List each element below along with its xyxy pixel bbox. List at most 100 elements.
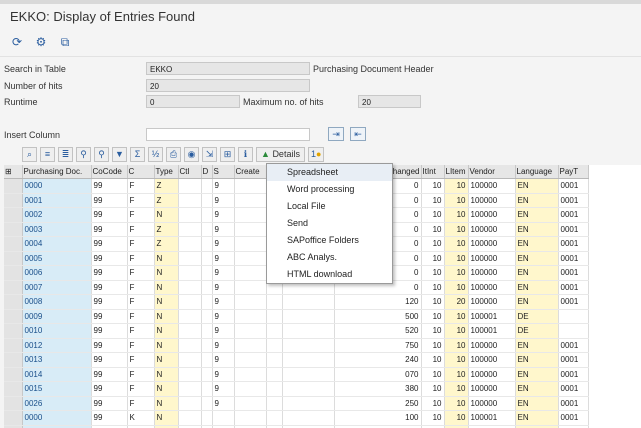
col-header[interactable]: Purchasing Doc. [22, 165, 92, 179]
row-selector[interactable] [4, 352, 23, 368]
sort-ascending-icon[interactable]: ≡ [40, 147, 55, 162]
col-header[interactable]: Type [154, 165, 179, 179]
row-selector[interactable] [4, 207, 23, 223]
table-row[interactable]: 0015 99 F N 9 380 10 10 100000 EN 0001 [4, 381, 589, 397]
table-cell: 0001 [558, 178, 589, 194]
table-row[interactable]: 0012 99 F N 9 750 10 10 100000 EN 0001 [4, 338, 589, 353]
row-selector[interactable] [4, 193, 23, 208]
col-header[interactable]: Language [515, 165, 559, 179]
table-cell [201, 309, 213, 324]
menu-item-html-download[interactable]: HTML download [267, 266, 392, 283]
table-cell: 10 [421, 309, 445, 324]
menu-item-send[interactable]: Send [267, 215, 392, 232]
col-header[interactable]: Create [234, 165, 267, 179]
views-icon[interactable]: ◉ [184, 147, 199, 162]
filter-settings-icon[interactable]: ⚙ [32, 33, 50, 51]
col-header[interactable]: Ctl [178, 165, 202, 179]
insert-column-label: Insert Column [4, 130, 61, 140]
col-header[interactable]: ItInt [421, 165, 445, 179]
table-cell: 0001 [558, 367, 589, 382]
col-header[interactable]: CoCode [91, 165, 128, 179]
filter-icon[interactable]: ▼ [112, 147, 127, 162]
sort-descending-icon[interactable]: ≣ [58, 147, 73, 162]
table-cell: F [127, 381, 155, 397]
subtotal-icon[interactable]: ½ [148, 147, 163, 162]
menu-item-spreadsheet[interactable]: Spreadsheet [267, 164, 392, 181]
table-cell: EN [515, 381, 559, 397]
table-cell [234, 294, 267, 310]
table-row[interactable]: 0013 99 F N 9 240 10 10 100000 EN 0001 [4, 352, 589, 368]
table-cell [234, 352, 267, 368]
row-selector[interactable] [4, 396, 23, 411]
menu-item-sapoffice-folders[interactable]: SAPoffice Folders [267, 232, 392, 249]
row-selector[interactable] [4, 222, 23, 237]
row-selector[interactable] [4, 265, 23, 281]
zoom-icon[interactable]: ⌕ [22, 147, 37, 162]
row-selector[interactable] [4, 309, 23, 324]
table-cell [201, 352, 213, 368]
table-cell [282, 323, 335, 339]
menu-item-word-processing[interactable]: Word processing [267, 181, 392, 198]
table-cell: 10 [444, 222, 469, 237]
row-selector[interactable] [4, 323, 23, 339]
menu-item-abc-analysis[interactable]: ABC Analys. [267, 249, 392, 266]
table-cell: 0001 [558, 193, 589, 208]
row-selector[interactable] [4, 294, 23, 310]
row-selector[interactable] [4, 280, 23, 295]
sum-icon[interactable]: Σ [130, 147, 145, 162]
table-cell: 99 [91, 410, 128, 426]
table-row[interactable]: 0009 99 F N 9 500 10 10 100001 DE [4, 309, 589, 324]
table-cell [178, 178, 202, 194]
table-row[interactable]: 0010 99 F N 9 520 10 10 100001 DE [4, 323, 589, 339]
row-selector[interactable] [4, 381, 23, 397]
table-cell: 10 [444, 193, 469, 208]
row-selector[interactable] [4, 236, 23, 252]
info-icon[interactable]: ℹ [238, 147, 253, 162]
col-header[interactable]: Vendor [468, 165, 516, 179]
col-header[interactable]: S [212, 165, 235, 179]
table-row[interactable]: 0000 99 K N 100 10 10 100001 EN 0001 [4, 410, 589, 426]
table-row[interactable]: 0026 99 F N 9 250 10 10 100000 EN 0001 [4, 396, 589, 411]
table-row[interactable]: 0014 99 F N 9 070 10 10 100000 EN 0001 [4, 367, 589, 382]
col-header[interactable]: PayT [558, 165, 589, 179]
find-next-icon[interactable]: ⚲ [94, 147, 109, 162]
col-header[interactable]: D [201, 165, 213, 179]
print-icon[interactable]: ⎙ [166, 147, 181, 162]
table-row[interactable]: 0008 99 F N 9 120 10 20 100000 EN 0001 [4, 294, 589, 310]
layout-icon[interactable]: ⊞ [220, 147, 235, 162]
export-icon[interactable]: ⇲ [202, 147, 217, 162]
table-cell: 99 [91, 396, 128, 411]
table-cell: 0012 [22, 338, 92, 353]
row-selector[interactable] [4, 410, 23, 426]
find-icon[interactable]: ⚲ [76, 147, 91, 162]
insert-column-options-button[interactable]: ⇤ [350, 127, 366, 141]
select-all-icon[interactable]: ⊞ [4, 165, 23, 179]
table-cell: 10 [444, 396, 469, 411]
table-cell: 99 [91, 323, 128, 339]
insert-column-button[interactable]: ⇥ [328, 127, 344, 141]
row-selector[interactable] [4, 178, 23, 194]
menu-item-local-file[interactable]: Local File [267, 198, 392, 215]
refresh-icon[interactable]: ⟳ [8, 33, 26, 51]
row-selector[interactable] [4, 367, 23, 382]
details-button[interactable]: ▲ Details [256, 147, 305, 162]
table-cell [178, 193, 202, 208]
insert-column-input[interactable] [146, 128, 310, 141]
table-cell [201, 222, 213, 237]
window-top-strip [0, 0, 641, 4]
col-header[interactable]: C [127, 165, 155, 179]
table-cell: 10 [421, 352, 445, 368]
table-cell: 100000 [468, 236, 516, 252]
table-cell: N [154, 309, 179, 324]
table-cell: 100000 [468, 396, 516, 411]
table-cell: EN [515, 352, 559, 368]
table-cell: F [127, 323, 155, 339]
hierarchy-icon[interactable]: ⧉ [56, 33, 74, 51]
col-header[interactable]: LItem [444, 165, 469, 179]
table-cell: EN [515, 178, 559, 194]
row-selector[interactable] [4, 251, 23, 266]
table-cell: 10 [444, 251, 469, 266]
table-cell: N [154, 367, 179, 382]
info-count-badge[interactable]: 1● [307, 147, 325, 162]
row-selector[interactable] [4, 338, 23, 353]
